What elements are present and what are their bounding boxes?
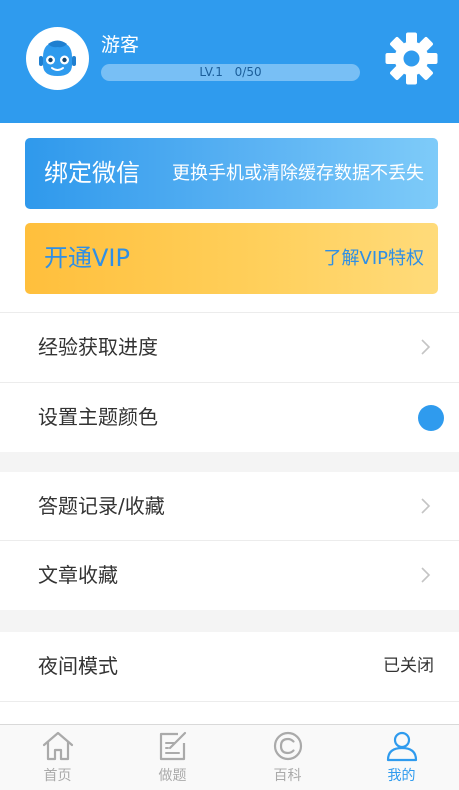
- level-label: LV.1: [199, 65, 223, 79]
- profile-header: 游客 LV.1 0/50: [0, 0, 459, 123]
- night-mode-label: 夜间模式: [38, 654, 118, 678]
- level-progress-bar: LV.1 0/50: [101, 64, 360, 81]
- chevron-right-icon: [421, 339, 431, 355]
- home-icon: [42, 731, 74, 761]
- article-favorites-label: 文章收藏: [38, 563, 118, 587]
- bottom-tab-bar: 首页 做题 百科 我的: [0, 724, 459, 790]
- chevron-right-icon: [421, 498, 431, 514]
- exp-progress-label: 经验获取进度: [38, 335, 158, 359]
- exp-counter: 0/50: [234, 65, 262, 79]
- username: 游客: [101, 34, 140, 56]
- edit-icon: [159, 731, 187, 761]
- chevron-right-icon: [421, 567, 431, 583]
- article-favorites-row[interactable]: 文章收藏: [0, 541, 459, 610]
- tab-encyclopedia-label: 百科: [273, 768, 302, 784]
- night-mode-row[interactable]: 夜间模式 已关闭: [0, 632, 459, 701]
- theme-color-swatch[interactable]: [418, 405, 444, 431]
- user-icon: [386, 731, 418, 762]
- theme-color-row[interactable]: 设置主题颜色: [0, 383, 459, 452]
- tab-mine[interactable]: 我的: [344, 725, 459, 790]
- vip-title: 开通VIP: [44, 244, 130, 272]
- tab-practice-label: 做题: [158, 768, 187, 784]
- bind-wechat-subtitle: 更换手机或清除缓存数据不丢失: [172, 163, 424, 184]
- vip-subtitle: 了解VIP特权: [323, 248, 424, 269]
- tab-encyclopedia[interactable]: 百科: [230, 725, 345, 790]
- night-mode-status: 已关闭: [383, 656, 434, 676]
- tab-mine-label: 我的: [387, 768, 416, 784]
- copyright-icon: [273, 731, 303, 761]
- tab-home[interactable]: 首页: [0, 725, 115, 790]
- next-row-partial: [0, 702, 459, 724]
- tab-practice[interactable]: 做题: [115, 725, 230, 790]
- gear-icon: [385, 32, 438, 85]
- bind-wechat-title: 绑定微信: [44, 159, 140, 187]
- avatar[interactable]: [26, 27, 89, 90]
- theme-color-label: 设置主题颜色: [38, 405, 158, 429]
- answer-records-label: 答题记录/收藏: [38, 494, 165, 518]
- vip-banner[interactable]: 开通VIP 了解VIP特权: [25, 223, 438, 294]
- tab-home-label: 首页: [43, 768, 72, 784]
- exp-progress-row[interactable]: 经验获取进度: [0, 313, 459, 382]
- bind-wechat-banner[interactable]: 绑定微信 更换手机或清除缓存数据不丢失: [25, 138, 438, 209]
- robot-avatar-icon: [26, 27, 89, 90]
- answer-records-row[interactable]: 答题记录/收藏: [0, 472, 459, 541]
- settings-button[interactable]: [384, 31, 439, 86]
